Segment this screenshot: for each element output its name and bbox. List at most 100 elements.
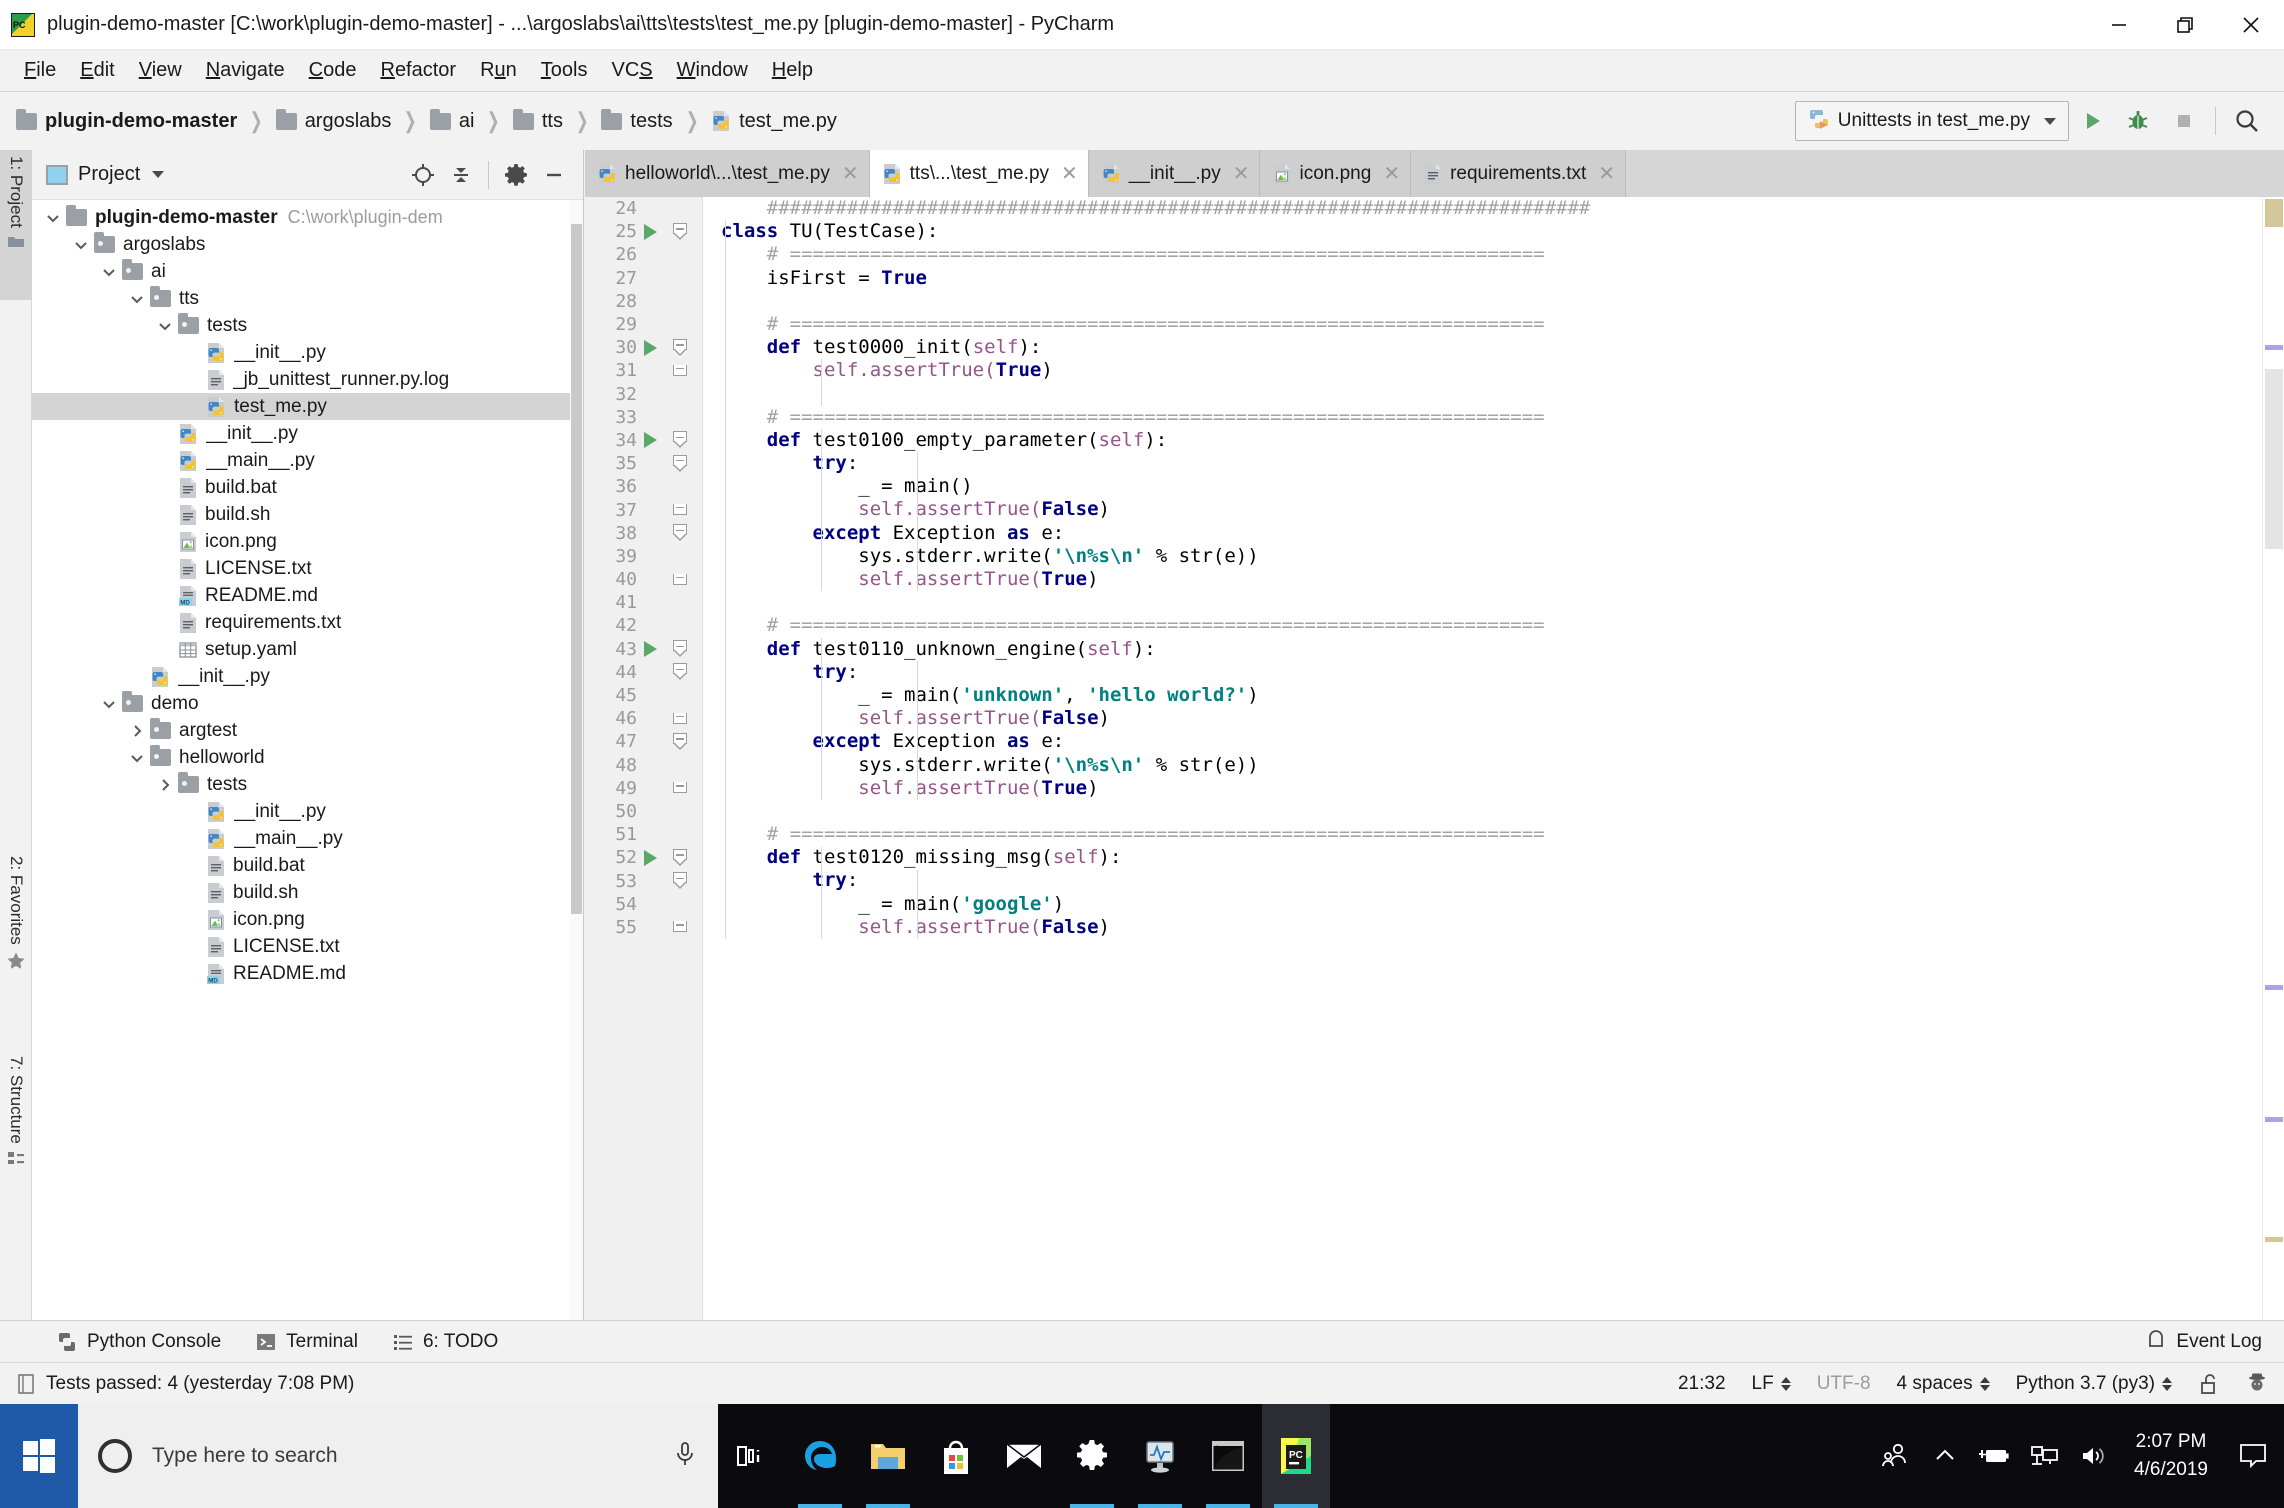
- run-configuration-selector[interactable]: Unittests in test_me.py: [1794, 101, 2069, 141]
- fold-collapse-icon[interactable]: [663, 640, 697, 658]
- tree-node[interactable]: test_me.py: [32, 393, 583, 420]
- tree-node[interactable]: _jb_unittest_runner.py.log: [32, 366, 583, 393]
- tree-node[interactable]: __main__.py: [32, 825, 583, 852]
- bottom-tab-terminal[interactable]: Terminal: [255, 1331, 358, 1353]
- chevron-right-icon[interactable]: [124, 723, 150, 739]
- editor-tab-helloworld-----test-me-py[interactable]: helloworld\...\test_me.py ✕: [585, 150, 870, 197]
- action-center-icon[interactable]: [2222, 1404, 2284, 1508]
- monitor-tool-icon[interactable]: [1126, 1404, 1194, 1508]
- tree-node[interactable]: __init__.py: [32, 339, 583, 366]
- menu-item-tools[interactable]: Tools: [529, 55, 600, 86]
- fold-collapse-icon[interactable]: [663, 431, 697, 449]
- fold-collapse-icon[interactable]: [663, 338, 697, 357]
- breadcrumb-item-argoslabs[interactable]: argoslabs: [275, 108, 391, 133]
- tree-node[interactable]: __init__.py: [32, 798, 583, 825]
- tree-node[interactable]: plugin-demo-master C:\work\plugin-dem: [32, 204, 583, 231]
- tree-node[interactable]: MD README.md: [32, 582, 583, 609]
- file-explorer-icon[interactable]: [854, 1404, 922, 1508]
- windows-logo-icon[interactable]: [0, 1404, 78, 1508]
- project-tree[interactable]: plugin-demo-master C:\work\plugin-dem argo…: [32, 200, 583, 1320]
- run-test-icon[interactable]: [637, 339, 663, 356]
- editor-scrollbar-thumb[interactable]: [2265, 369, 2283, 549]
- tree-node[interactable]: build.sh: [32, 501, 583, 528]
- mail-icon[interactable]: [990, 1404, 1058, 1508]
- tree-node[interactable]: ai: [32, 258, 583, 285]
- event-log-button[interactable]: Event Log: [2145, 1328, 2262, 1355]
- sidebar-tab-structure[interactable]: 7: Structure: [0, 1050, 32, 1235]
- close-icon[interactable]: ✕: [1061, 161, 1078, 186]
- edge-icon[interactable]: [786, 1404, 854, 1508]
- collapse-all-icon[interactable]: [442, 156, 480, 194]
- editor-gutter[interactable]: 24 25 26 27 28 29 30 31 32 33 34 35 36 37 38 39 40 41 42 43…: [585, 197, 703, 1320]
- editor-tab---init---py[interactable]: __init__.py ✕: [1088, 150, 1261, 197]
- hector-icon[interactable]: [2246, 1372, 2268, 1396]
- run-test-icon[interactable]: [637, 641, 663, 658]
- chevron-down-icon[interactable]: [152, 318, 178, 334]
- show-hidden-icons-icon[interactable]: [1920, 1404, 1970, 1508]
- bottom-tab-todo[interactable]: 6: TODO: [392, 1331, 498, 1353]
- tree-node[interactable]: icon.png: [32, 906, 583, 933]
- close-icon[interactable]: ✕: [1383, 161, 1400, 186]
- breadcrumb-item-plugin-demo-master[interactable]: plugin-demo-master: [16, 108, 237, 133]
- menu-item-edit[interactable]: Edit: [68, 55, 126, 86]
- python-interpreter[interactable]: Python 3.7 (py3): [2016, 1373, 2172, 1395]
- tree-node[interactable]: LICENSE.txt: [32, 555, 583, 582]
- tree-node[interactable]: __init__.py: [32, 663, 583, 690]
- caret-position[interactable]: 21:32: [1678, 1373, 1726, 1395]
- tree-node[interactable]: tts: [32, 285, 583, 312]
- tree-node[interactable]: __main__.py: [32, 447, 583, 474]
- breadcrumb-item-test-me-py[interactable]: test_me.py: [711, 110, 837, 133]
- chevron-down-icon[interactable]: [68, 237, 94, 253]
- chevron-down-icon[interactable]: [40, 210, 66, 226]
- tree-node[interactable]: __init__.py: [32, 420, 583, 447]
- fold-end-icon[interactable]: [663, 712, 697, 725]
- indent-setting[interactable]: 4 spaces: [1897, 1373, 1990, 1395]
- code-text[interactable]: ########################################…: [703, 197, 2262, 1320]
- search-input[interactable]: Type here to search: [152, 1444, 672, 1468]
- search-everywhere-icon[interactable]: [2224, 98, 2270, 144]
- fold-end-icon[interactable]: [663, 504, 697, 516]
- menu-item-window[interactable]: Window: [665, 55, 760, 86]
- fold-collapse-icon[interactable]: [663, 872, 697, 890]
- menu-item-file[interactable]: File: [12, 55, 68, 86]
- hide-icon[interactable]: [535, 156, 573, 194]
- debug-button[interactable]: [2115, 98, 2161, 144]
- editor-tab-icon-png[interactable]: icon.png ✕: [1260, 150, 1412, 197]
- battery-icon[interactable]: [1970, 1404, 2020, 1508]
- tree-node[interactable]: build.sh: [32, 879, 583, 906]
- chevron-down-icon[interactable]: [96, 696, 122, 712]
- fold-end-icon[interactable]: [663, 921, 697, 933]
- taskbar-search[interactable]: Type here to search: [78, 1404, 718, 1508]
- line-separator[interactable]: LF: [1752, 1373, 1791, 1395]
- tree-node[interactable]: icon.png: [32, 528, 583, 555]
- run-button[interactable]: [2069, 98, 2115, 144]
- run-test-icon[interactable]: [637, 849, 663, 866]
- pycharm-icon[interactable]: PC: [1262, 1404, 1330, 1508]
- tree-node[interactable]: argtest: [32, 717, 583, 744]
- sidebar-tab-favorites[interactable]: 2: Favorites: [0, 850, 32, 1035]
- minimize-button[interactable]: [2086, 0, 2152, 50]
- breadcrumb-item-tests[interactable]: tests: [601, 108, 673, 133]
- settings-icon[interactable]: [1058, 1404, 1126, 1508]
- chevron-down-icon[interactable]: [152, 171, 165, 178]
- editor-tab-requirements-txt[interactable]: requirements.txt ✕: [1411, 150, 1627, 197]
- breadcrumb-item-ai[interactable]: ai: [429, 108, 474, 133]
- tree-node[interactable]: tests: [32, 771, 583, 798]
- menu-item-view[interactable]: View: [127, 55, 194, 86]
- close-icon[interactable]: ✕: [1598, 161, 1615, 186]
- fold-collapse-icon[interactable]: [663, 524, 697, 542]
- menu-item-refactor[interactable]: Refactor: [368, 55, 468, 86]
- tree-node[interactable]: build.bat: [32, 852, 583, 879]
- tree-node[interactable]: demo: [32, 690, 583, 717]
- menu-item-navigate[interactable]: Navigate: [194, 55, 297, 86]
- file-encoding[interactable]: UTF-8: [1817, 1373, 1871, 1395]
- editor-marker-bar[interactable]: [2262, 197, 2284, 1320]
- unlocked-icon[interactable]: [2198, 1372, 2220, 1396]
- run-test-icon[interactable]: [637, 223, 663, 240]
- task-view-icon[interactable]: [718, 1404, 786, 1508]
- microsoft-store-icon[interactable]: [922, 1404, 990, 1508]
- close-icon[interactable]: ✕: [842, 161, 859, 186]
- fold-collapse-icon[interactable]: [663, 848, 697, 867]
- tree-scrollbar[interactable]: [570, 200, 583, 1320]
- chevron-down-icon[interactable]: [124, 750, 150, 766]
